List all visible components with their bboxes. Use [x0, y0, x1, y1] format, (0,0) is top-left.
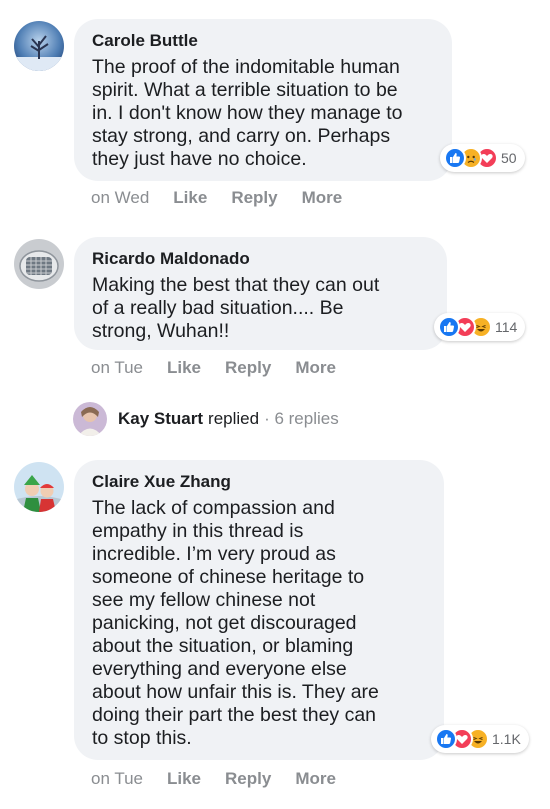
avatar	[73, 402, 107, 436]
reply-button[interactable]: Reply	[225, 358, 271, 378]
reply-button[interactable]: Reply	[225, 769, 271, 789]
comment-bubble: Claire Xue Zhang The lack of compassion …	[74, 460, 444, 760]
avatar[interactable]	[14, 239, 64, 289]
avatar-grille-image	[14, 239, 64, 289]
reply-author[interactable]: Kay Stuart	[118, 409, 203, 429]
comment-text: Making the best that they can out of a r…	[92, 274, 380, 342]
avatar[interactable]	[14, 21, 64, 71]
reaction-summary[interactable]: 1.1K	[431, 725, 529, 753]
reaction-count: 1.1K	[492, 731, 521, 747]
comment-time[interactable]: on Tue	[91, 358, 143, 378]
reaction-summary[interactable]: 114	[434, 313, 526, 341]
comment-time[interactable]: on Tue	[91, 769, 143, 789]
avatar-winter-tree-image	[14, 21, 64, 71]
avatar-costume-image	[14, 462, 64, 512]
like-icon	[435, 728, 457, 750]
comment-author[interactable]: Ricardo Maldonado	[92, 248, 429, 270]
reaction-count: 50	[501, 150, 517, 166]
like-button[interactable]: Like	[173, 188, 207, 208]
more-button[interactable]: More	[295, 358, 336, 378]
comment-bubble: Carole Buttle The proof of the indomitab…	[74, 19, 452, 181]
comment-author[interactable]: Carole Buttle	[92, 30, 434, 52]
reaction-summary[interactable]: 50	[440, 144, 525, 172]
reaction-count: 114	[495, 319, 518, 335]
more-button[interactable]: More	[302, 188, 343, 208]
comment-author[interactable]: Claire Xue Zhang	[92, 471, 426, 493]
comment-actions: on Tue Like Reply More	[91, 358, 360, 378]
comment-text: The lack of compassion and empathy in th…	[92, 497, 379, 749]
avatar-portrait-image	[73, 402, 107, 436]
comment-actions: on Tue Like Reply More	[91, 769, 360, 789]
comment-text: The proof of the indomitable human spiri…	[92, 56, 403, 170]
avatar[interactable]	[14, 462, 64, 512]
reply-count[interactable]: · 6 replies	[264, 409, 339, 429]
reply-button[interactable]: Reply	[231, 188, 277, 208]
comment-actions: on Wed Like Reply More	[91, 188, 366, 208]
like-icon	[438, 316, 460, 338]
like-icon	[444, 147, 466, 169]
more-button[interactable]: More	[295, 769, 336, 789]
view-replies-link[interactable]: Kay Stuart replied · 6 replies	[73, 402, 339, 436]
like-button[interactable]: Like	[167, 358, 201, 378]
reply-verb: replied	[208, 409, 260, 428]
like-button[interactable]: Like	[167, 769, 201, 789]
comment-time[interactable]: on Wed	[91, 188, 149, 208]
comment-bubble: Ricardo Maldonado Making the best that t…	[74, 237, 447, 350]
